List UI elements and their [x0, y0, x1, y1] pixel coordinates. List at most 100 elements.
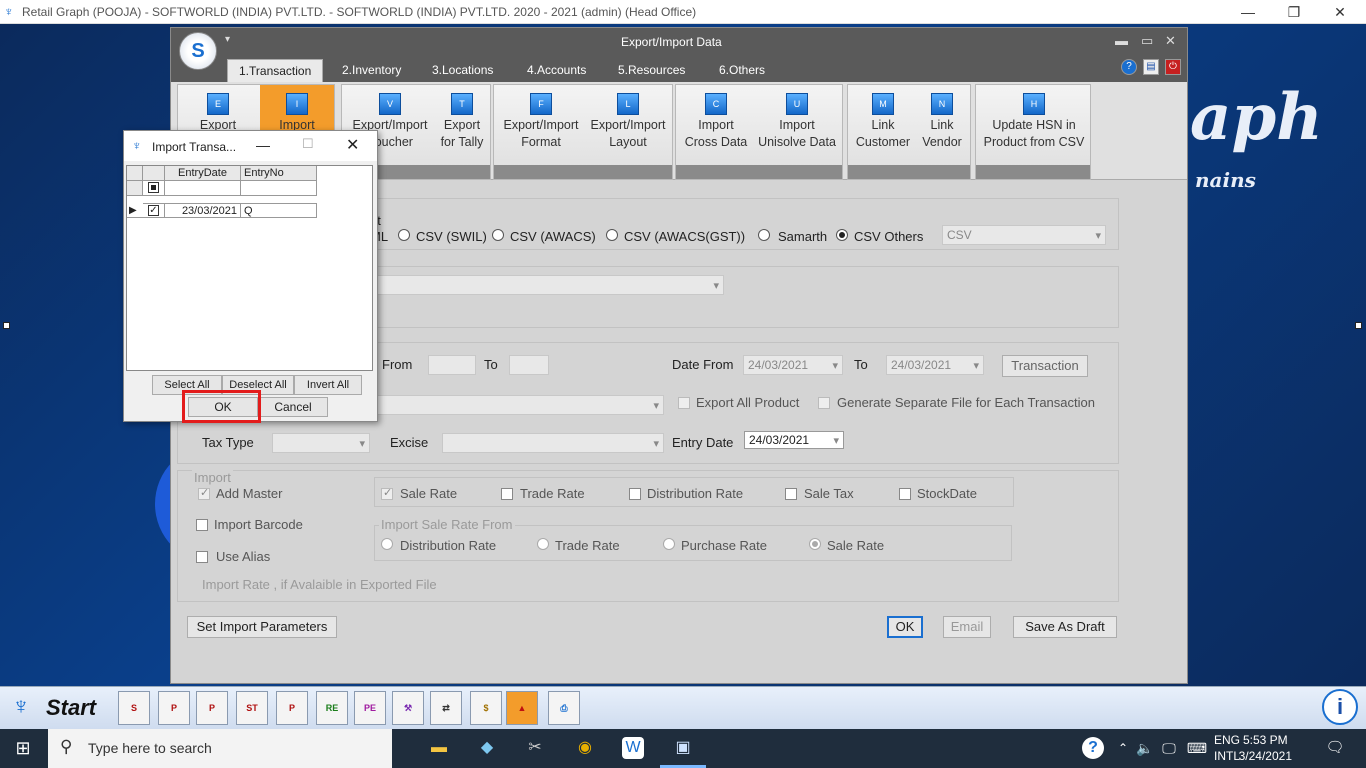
- col-entry-date[interactable]: EntryDate: [165, 166, 241, 181]
- language-indicator[interactable]: ENG INTL: [1214, 732, 1240, 764]
- format-samarth-radio[interactable]: [758, 229, 770, 241]
- taskbar-search[interactable]: ⚲ Type here to search: [48, 729, 392, 768]
- import-unisolve-button[interactable]: U Import Unisolve Data: [754, 93, 840, 163]
- format-select[interactable]: CSV: [942, 225, 1106, 245]
- tab-others[interactable]: 6.Others: [708, 59, 776, 82]
- export-all-product-checkbox[interactable]: [678, 397, 690, 409]
- dialog-close-icon[interactable]: ✕: [346, 135, 359, 155]
- export-import-format-button[interactable]: F Export/Import Format: [500, 93, 582, 163]
- r-purchase-radio[interactable]: [663, 538, 675, 550]
- resize-handle-right[interactable]: [1355, 322, 1362, 329]
- dialog-maximize-icon[interactable]: ☐: [302, 136, 314, 152]
- app-w-icon[interactable]: W: [622, 737, 644, 759]
- stock-date-checkbox[interactable]: [899, 488, 911, 500]
- windows-start-icon[interactable]: ⊞: [10, 735, 36, 761]
- import-barcode-checkbox[interactable]: [196, 519, 208, 531]
- to-input[interactable]: [509, 355, 549, 375]
- window-close-icon[interactable]: ✕: [1165, 33, 1176, 49]
- set-import-parameters-button[interactable]: Set Import Parameters: [187, 616, 337, 638]
- r-sale-radio[interactable]: [809, 538, 821, 550]
- format-csv-others-radio[interactable]: [836, 229, 848, 241]
- tax-type-select[interactable]: [272, 433, 370, 453]
- link-vendor-button[interactable]: N Link Vendor: [914, 93, 970, 163]
- excise-select[interactable]: [442, 433, 664, 453]
- export-tally-button[interactable]: T Export for Tally: [434, 93, 490, 163]
- import-cross-data-button[interactable]: C Import Cross Data: [680, 93, 752, 163]
- distribution-rate-checkbox[interactable]: [629, 488, 641, 500]
- payment-entry-icon[interactable]: PE: [354, 691, 386, 725]
- clock[interactable]: 5:53 PM 3/24/2021: [1239, 732, 1292, 764]
- file-explorer-icon[interactable]: ▬: [426, 735, 452, 761]
- from-input[interactable]: [428, 355, 476, 375]
- format-csv-awacs-gst-radio[interactable]: [606, 229, 618, 241]
- entry-date-cell[interactable]: 23/03/2021: [165, 203, 241, 218]
- search-input[interactable]: Type here to search: [88, 740, 212, 756]
- format-csv-awacs-radio[interactable]: [492, 229, 504, 241]
- email-button[interactable]: Email: [943, 616, 991, 638]
- sales-icon[interactable]: S: [118, 691, 150, 725]
- link-customer-button[interactable]: M Link Customer: [850, 93, 916, 163]
- export-import-layout-button[interactable]: L Export/Import Layout: [586, 93, 670, 163]
- help-icon[interactable]: ?: [1121, 59, 1137, 75]
- notes-icon[interactable]: ▤: [1143, 59, 1159, 75]
- r-distribution-radio[interactable]: [381, 538, 393, 550]
- stock-icon[interactable]: ST: [236, 691, 268, 725]
- purchase-icon[interactable]: P: [158, 691, 190, 725]
- entry-no-cell[interactable]: Q: [241, 203, 317, 218]
- keyboard-icon[interactable]: ⌨: [1184, 735, 1210, 761]
- row-checkbox-cell[interactable]: ✓: [143, 203, 165, 218]
- format-csv-swil-radio[interactable]: [398, 229, 410, 241]
- payment-icon[interactable]: P: [196, 691, 228, 725]
- select-all-checkbox[interactable]: [148, 182, 159, 193]
- source-select[interactable]: [372, 275, 724, 295]
- r-trade-radio[interactable]: [537, 538, 549, 550]
- transaction-button[interactable]: Transaction: [1002, 355, 1088, 377]
- col-entry-no[interactable]: EntryNo: [241, 166, 317, 181]
- exit-icon[interactable]: ⏻: [1165, 59, 1181, 75]
- date-to-input[interactable]: 24/03/2021: [886, 355, 984, 375]
- money-icon[interactable]: $: [470, 691, 502, 725]
- volume-icon[interactable]: 🔈: [1132, 735, 1158, 761]
- update-hsn-button[interactable]: H Update HSN in Product from CSV: [978, 93, 1090, 163]
- minimize-icon[interactable]: —: [1238, 2, 1258, 22]
- use-alias-checkbox[interactable]: [196, 551, 208, 563]
- network-icon[interactable]: 🖵: [1156, 735, 1182, 761]
- receipt-icon[interactable]: RE: [316, 691, 348, 725]
- dialog-minimize-icon[interactable]: —: [256, 137, 270, 153]
- tools-icon[interactable]: ⚒: [392, 691, 424, 725]
- sale-tax-checkbox[interactable]: [785, 488, 797, 500]
- restore-icon[interactable]: ❐: [1284, 2, 1304, 22]
- tab-locations[interactable]: 3.Locations: [421, 59, 504, 82]
- generate-separate-checkbox[interactable]: [818, 397, 830, 409]
- start-button[interactable]: Start: [46, 691, 96, 725]
- entry-date-input[interactable]: 24/03/2021: [744, 431, 844, 449]
- tab-accounts[interactable]: 4.Accounts: [516, 59, 597, 82]
- row-checkbox[interactable]: ✓: [148, 205, 159, 216]
- tab-resources[interactable]: 5.Resources: [607, 59, 696, 82]
- purchase-entry-icon[interactable]: P: [276, 691, 308, 725]
- tab-transaction[interactable]: 1.Transaction: [227, 59, 324, 82]
- chrome-icon[interactable]: ◉: [572, 735, 598, 761]
- save-as-draft-button[interactable]: Save As Draft: [1013, 616, 1117, 638]
- invert-all-button[interactable]: Invert All: [294, 375, 362, 395]
- ok-button[interactable]: OK: [887, 616, 923, 638]
- dialog-cancel-button[interactable]: Cancel: [258, 397, 328, 417]
- printer-icon[interactable]: ⎙: [548, 691, 580, 725]
- add-master-checkbox[interactable]: [198, 486, 210, 500]
- quick-access-icon[interactable]: ▾: [225, 34, 230, 45]
- window-restore-icon[interactable]: ▭: [1141, 33, 1153, 49]
- shapes-icon[interactable]: ▲: [506, 691, 538, 725]
- resize-handle-left[interactable]: [3, 322, 10, 329]
- window-minimize-icon[interactable]: ▬: [1115, 33, 1128, 48]
- close-icon[interactable]: ✕: [1330, 2, 1350, 22]
- tools-app-icon[interactable]: ✂: [522, 735, 548, 761]
- trade-rate-checkbox[interactable]: [501, 488, 513, 500]
- app-menu-icon[interactable]: S: [179, 32, 217, 70]
- notes-app-icon[interactable]: ◆: [474, 735, 500, 761]
- sale-rate-checkbox[interactable]: [381, 486, 393, 500]
- tab-inventory[interactable]: 2.Inventory: [331, 59, 412, 82]
- help-tray-icon[interactable]: ?: [1082, 737, 1104, 759]
- select-all-checkbox-cell[interactable]: [143, 181, 165, 196]
- info-icon[interactable]: i: [1322, 689, 1358, 725]
- notification-icon[interactable]: 🗨: [1322, 735, 1348, 761]
